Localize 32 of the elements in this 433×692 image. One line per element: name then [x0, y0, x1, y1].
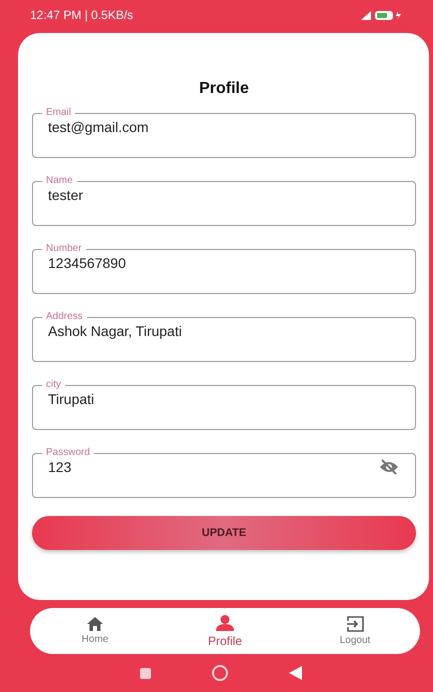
- update-button[interactable]: UPDATE: [32, 516, 416, 550]
- field-value: Ashok Nagar, Tirupati: [48, 323, 182, 339]
- field-label: Address: [45, 311, 84, 323]
- input-field[interactable]: Name tester: [32, 175, 416, 226]
- field-label: Password: [45, 447, 91, 459]
- back-icon[interactable]: [288, 666, 303, 680]
- home-circle-icon[interactable]: [212, 665, 228, 681]
- nav-item[interactable]: Logout: [315, 616, 395, 646]
- field-label: Name: [45, 175, 74, 187]
- field-label: city: [45, 379, 62, 391]
- page-title: Profile: [198, 79, 250, 99]
- field-value: tester: [48, 187, 84, 203]
- field-label: Number: [45, 243, 83, 255]
- eye-slash-icon[interactable]: [379, 459, 399, 475]
- field-value: 123: [48, 459, 72, 475]
- nav-item[interactable]: Profile: [185, 614, 265, 648]
- status-time: 12:47 PM | 0.5KB/s: [30, 8, 134, 22]
- input-field[interactable]: Address Ashok Nagar, Tirupati: [32, 311, 416, 362]
- input-field[interactable]: Email test@gmail.com: [32, 107, 416, 158]
- input-field[interactable]: city Tirupati: [32, 379, 416, 430]
- field-label: Email: [45, 107, 72, 119]
- home-icon: [87, 617, 103, 631]
- status-icons: [359, 9, 403, 21]
- field-value: Tirupati: [48, 391, 94, 407]
- logout-icon: [346, 616, 364, 632]
- input-field[interactable]: Number 1234567890: [32, 243, 416, 294]
- recents-icon[interactable]: [140, 668, 152, 678]
- password-field[interactable]: Password 123: [32, 447, 416, 498]
- person-icon: [216, 614, 234, 630]
- nav-item[interactable]: Home: [55, 617, 135, 645]
- field-value: test@gmail.com: [48, 119, 149, 135]
- field-value: 1234567890: [48, 255, 126, 271]
